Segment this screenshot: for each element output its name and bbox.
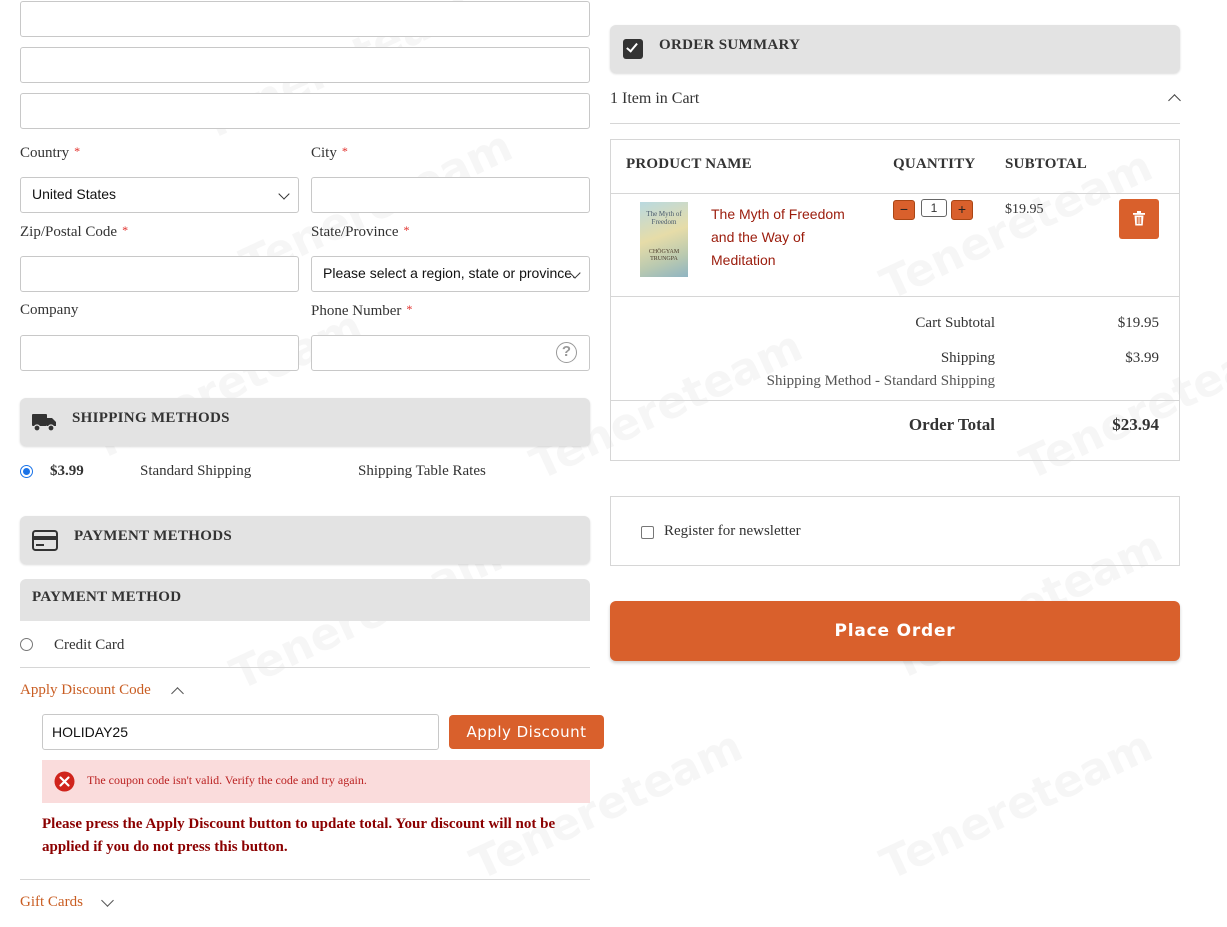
city-input[interactable] (311, 177, 590, 213)
newsletter-box: Register for newsletter (610, 496, 1180, 566)
increase-quantity-button[interactable]: + (951, 200, 973, 220)
country-select-value: United States (32, 186, 117, 202)
product-name-link[interactable]: The Myth of Freedom and the Way of Medit… (711, 203, 846, 272)
chevron-down-icon (278, 188, 290, 200)
zip-input[interactable] (20, 256, 299, 292)
shipping-price: $3.99 (50, 463, 84, 479)
truck-icon (32, 414, 56, 432)
newsletter-label: Register for newsletter (664, 523, 801, 539)
payment-methods-header: PAYMENT METHODS (20, 516, 590, 564)
discount-code-input[interactable]: HOLIDAY25 (42, 714, 439, 750)
column-header-product: PRODUCT NAME (626, 156, 752, 172)
help-tooltip-icon[interactable]: ? (556, 342, 577, 363)
cart-totals: Cart Subtotal $19.95 Shipping $3.99 Ship… (610, 297, 1180, 461)
order-total-value: $23.94 (1112, 415, 1159, 434)
zip-label: Zip/Postal Code * (20, 223, 129, 240)
book-cover-author: CHÖGYAM TRUNGPA (648, 249, 680, 262)
gift-cards-toggle-label: Gift Cards (20, 894, 83, 910)
chevron-down-icon[interactable] (101, 894, 114, 907)
shipping-carrier-name: Shipping Table Rates (358, 463, 486, 479)
city-label: City * (311, 144, 348, 161)
credit-card-radio[interactable] (20, 638, 33, 651)
shipping-method-detail: Shipping Method - Standard Shipping (766, 373, 995, 389)
newsletter-checkbox[interactable] (641, 526, 654, 539)
order-summary-header: ORDER SUMMARY (610, 25, 1180, 73)
coupon-error-message: The coupon code isn't valid. Verify the … (42, 760, 590, 803)
state-select-value: Please select a region, state or provinc… (323, 265, 576, 281)
remove-item-button[interactable] (1119, 199, 1159, 239)
divider (20, 667, 590, 668)
checkbox-checked-icon (623, 39, 643, 59)
payment-method-subtitle: PAYMENT METHOD (32, 589, 182, 605)
trash-icon (1133, 211, 1145, 226)
chevron-up-icon[interactable] (171, 687, 184, 700)
divider (20, 879, 590, 880)
shipping-value: $3.99 (1125, 350, 1159, 366)
watermark: Tenereteam (873, 720, 1160, 890)
credit-card-label: Credit Card (54, 637, 125, 653)
state-label: State/Province * (311, 223, 410, 240)
phone-input[interactable]: ? (311, 335, 590, 371)
place-order-button[interactable]: Place Order (610, 601, 1180, 661)
payment-methods-title: PAYMENT METHODS (74, 528, 232, 544)
country-label: Country * (20, 144, 81, 161)
item-subtotal: $19.95 (1005, 202, 1044, 217)
company-label: Company (20, 302, 79, 318)
discount-notice: Please press the Apply Discount button t… (42, 816, 556, 855)
chevron-up-icon[interactable] (1168, 94, 1181, 107)
apply-discount-toggle[interactable]: Apply Discount Code (20, 682, 151, 699)
country-select[interactable]: United States (20, 177, 299, 213)
shipping-methods-title: SHIPPING METHODS (72, 410, 230, 426)
credit-card-icon (32, 530, 58, 551)
shipping-method-radio[interactable] (20, 465, 33, 478)
coupon-error-text: The coupon code isn't valid. Verify the … (87, 773, 367, 787)
shipping-label: Shipping (940, 350, 995, 366)
order-summary-title: ORDER SUMMARY (659, 37, 801, 53)
company-input[interactable] (20, 335, 299, 371)
shipping-method-name: Standard Shipping (140, 463, 252, 479)
apply-discount-button[interactable]: Apply Discount (449, 715, 604, 749)
cart-table: PRODUCT NAME QUANTITY SUBTOTAL The Myth … (610, 139, 1180, 297)
payment-method-subheader: PAYMENT METHOD (20, 579, 590, 621)
phone-label: Phone Number * (311, 302, 413, 319)
street-address-line-2-input[interactable] (20, 47, 590, 83)
divider (611, 193, 1179, 194)
street-address-line-3-input[interactable] (20, 93, 590, 129)
discount-code-value: HOLIDAY25 (52, 724, 128, 740)
shipping-methods-header: SHIPPING METHODS (20, 398, 590, 446)
items-in-cart-count: 1 Item in Cart (610, 90, 700, 107)
divider (610, 123, 1180, 124)
column-header-quantity: QUANTITY (893, 156, 976, 172)
gift-cards-toggle[interactable]: Gift Cards (20, 894, 83, 911)
product-thumbnail[interactable]: The Myth of Freedom CHÖGYAM TRUNGPA (640, 202, 688, 277)
apply-discount-toggle-label: Apply Discount Code (20, 682, 151, 698)
street-address-line-1-input[interactable] (20, 1, 590, 37)
order-total-label: Order Total (908, 415, 995, 434)
column-header-subtotal: SUBTOTAL (1005, 156, 1087, 172)
divider (611, 400, 1179, 401)
quantity-input[interactable]: 1 (921, 199, 947, 217)
decrease-quantity-button[interactable]: − (893, 200, 915, 220)
cart-subtotal-value: $19.95 (1117, 315, 1159, 331)
error-icon (54, 771, 75, 792)
cart-subtotal-label: Cart Subtotal (915, 315, 995, 331)
state-select[interactable]: Please select a region, state or provinc… (311, 256, 590, 292)
book-cover-title: The Myth of Freedom (646, 210, 682, 226)
